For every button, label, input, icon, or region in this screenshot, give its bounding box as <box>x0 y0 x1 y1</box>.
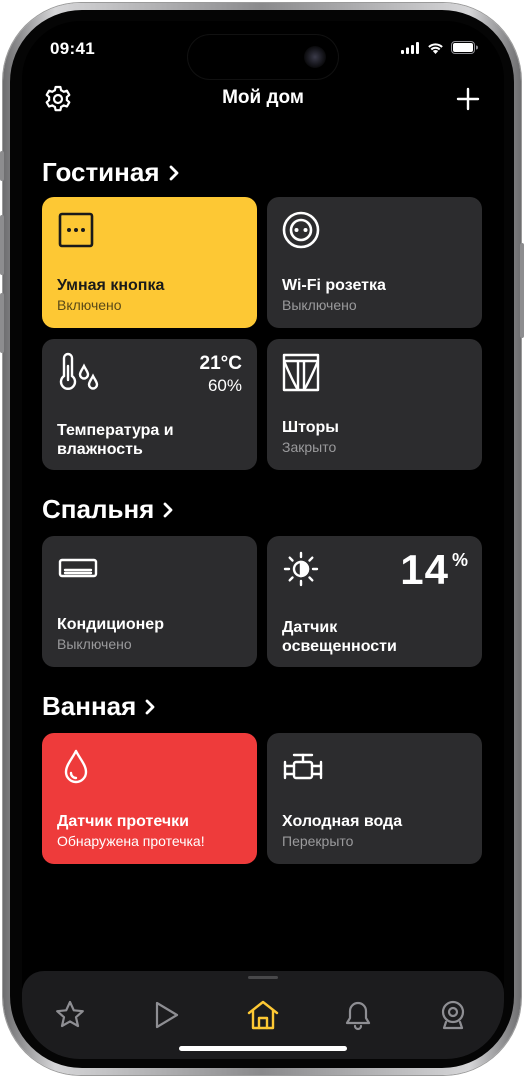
light-value-unit: % <box>451 550 468 570</box>
device-name: Шторы <box>282 419 339 436</box>
device-card-air-conditioner[interactable]: Кондиционер Выключено <box>42 536 257 667</box>
webcam-icon <box>441 1000 465 1030</box>
signal-icon <box>401 41 419 54</box>
device-status: Выключено <box>282 297 357 313</box>
device-card-cold-water[interactable]: Холодная вода Перекрыто <box>267 733 482 864</box>
tab-cameras[interactable] <box>433 995 473 1035</box>
volume-down-button <box>0 293 4 353</box>
tab-notifications[interactable] <box>338 995 378 1035</box>
device-name: Умная кнопка <box>57 277 165 294</box>
status-icons <box>401 41 478 54</box>
device-name-line2: влажность <box>57 441 143 458</box>
device-name-line1: Датчик <box>282 619 338 636</box>
chevron-right-icon <box>169 165 178 180</box>
plus-icon <box>456 87 480 111</box>
device-card-curtains[interactable]: Шторы Закрыто <box>267 339 482 470</box>
add-button[interactable] <box>452 83 484 115</box>
device-status: Обнаружена протечка! <box>57 833 205 849</box>
play-icon <box>155 1001 179 1029</box>
room-title-label: Спальня <box>42 494 155 524</box>
volume-up-button <box>0 215 4 275</box>
front-camera <box>304 46 326 68</box>
device-name: Датчик протечки <box>57 813 189 830</box>
sun-icon <box>283 551 319 587</box>
device-name: Кондиционер <box>57 616 164 633</box>
chevron-right-icon <box>145 699 155 714</box>
air-conditioner-icon <box>58 558 98 578</box>
screen: 09:41 Мой дом Гостиная Умная кнопка Вклю… <box>22 21 504 1059</box>
thermometer-drops-icon <box>59 352 99 390</box>
humidity-value: 60% <box>207 376 242 395</box>
valve-icon <box>283 753 323 780</box>
smart-button-icon <box>58 212 94 248</box>
tab-favorites[interactable] <box>50 995 90 1035</box>
water-drop-icon <box>64 749 88 784</box>
power-button <box>520 243 524 338</box>
device-name: Wi-Fi розетка <box>282 277 386 294</box>
home-icon <box>247 1000 279 1030</box>
room-title-bedroom[interactable]: Спальня <box>42 494 174 525</box>
wifi-icon <box>428 42 443 54</box>
home-indicator[interactable] <box>179 1046 347 1051</box>
page-title: Мой дом <box>222 87 304 108</box>
temperature-value: 21°C <box>199 353 242 374</box>
device-name-line1: Температура и <box>57 422 174 439</box>
room-title-living[interactable]: Гостиная <box>42 157 180 188</box>
device-card-light-sensor[interactable]: 14% Датчик освещенности <box>267 536 482 667</box>
chevron-right-icon <box>163 502 173 517</box>
curtains-icon <box>282 353 320 392</box>
tab-bar <box>22 971 504 1059</box>
room-title-bathroom[interactable]: Ванная <box>42 691 156 722</box>
device-card-temp-humidity[interactable]: 21°C 60% Температура и влажность <box>42 339 257 470</box>
device-status: Выключено <box>57 636 132 652</box>
sheet-grabber[interactable] <box>248 976 278 979</box>
device-name-line2: освещенности <box>282 638 397 655</box>
device-status: Перекрыто <box>282 833 354 849</box>
star-icon <box>56 1000 84 1028</box>
device-card-wifi-socket[interactable]: Wi-Fi розетка Выключено <box>267 197 482 328</box>
action-button <box>0 151 4 181</box>
socket-icon <box>282 211 320 249</box>
bell-icon <box>345 1001 371 1031</box>
tab-scenarios[interactable] <box>146 995 186 1035</box>
light-value: 14% <box>400 546 468 594</box>
device-name: Холодная вода <box>282 813 403 830</box>
room-title-label: Гостиная <box>42 157 160 187</box>
battery-icon <box>451 41 478 54</box>
device-card-smart-button[interactable]: Умная кнопка Включено <box>42 197 257 328</box>
dynamic-island <box>188 35 338 79</box>
device-status: Включено <box>57 297 122 313</box>
device-status: Закрыто <box>282 439 337 455</box>
status-time: 09:41 <box>50 39 95 58</box>
light-value-number: 14 <box>400 546 449 593</box>
tab-home[interactable] <box>243 995 283 1035</box>
device-card-leak-sensor[interactable]: Датчик протечки Обнаружена протечка! <box>42 733 257 864</box>
room-title-label: Ванная <box>42 691 137 721</box>
